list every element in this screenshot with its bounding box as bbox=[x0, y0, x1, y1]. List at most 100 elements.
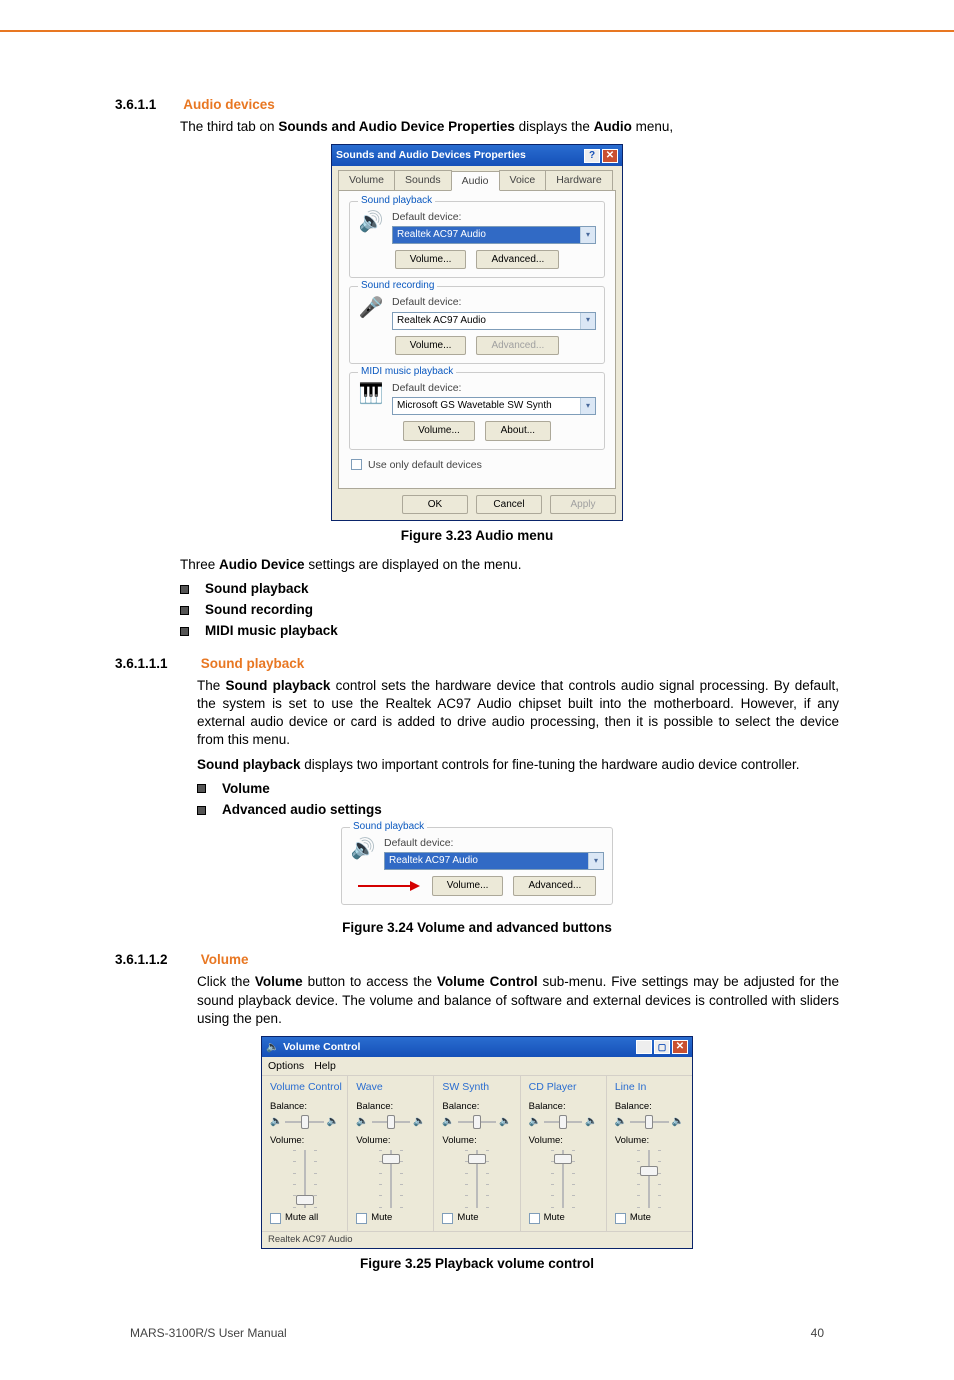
chevron-down-icon: ▾ bbox=[588, 853, 603, 869]
checkbox-icon bbox=[351, 459, 362, 470]
dialog-titlebar: Sounds and Audio Devices Properties ? ✕ bbox=[332, 145, 622, 165]
chevron-down-icon: ▾ bbox=[580, 227, 595, 243]
column-title: Wave bbox=[356, 1080, 425, 1094]
checkbox-icon bbox=[356, 1213, 367, 1224]
volume-slider[interactable] bbox=[270, 1150, 339, 1208]
default-device-label: Default device: bbox=[384, 836, 604, 850]
checkbox-icon bbox=[442, 1213, 453, 1224]
speaker-right-icon: 🔈 bbox=[585, 1115, 597, 1129]
sounds-properties-dialog: Sounds and Audio Devices Properties ? ✕ … bbox=[331, 144, 623, 521]
bullet-icon bbox=[180, 627, 189, 636]
para-intro: The third tab on Sounds and Audio Device… bbox=[180, 118, 839, 136]
playback-device-dropdown[interactable]: Realtek AC97 Audio ▾ bbox=[392, 226, 596, 244]
list-item: Advanced audio settings bbox=[197, 801, 839, 819]
section-title: Volume bbox=[201, 952, 249, 967]
footer-manual-title: MARS-3100R/S User Manual bbox=[130, 1326, 287, 1340]
balance-label: Balance: bbox=[270, 1101, 339, 1114]
balance-slider[interactable]: 🔈 🔈 bbox=[442, 1115, 511, 1129]
tab-hardware[interactable]: Hardware bbox=[545, 170, 613, 190]
bullet-list-audio-devices: Sound playback Sound recording MIDI musi… bbox=[180, 580, 839, 641]
volume-slider[interactable] bbox=[356, 1150, 425, 1208]
balance-slider[interactable]: 🔈 🔈 bbox=[270, 1115, 339, 1129]
group-title: Sound playback bbox=[358, 194, 435, 208]
para-sound-playback-desc: The Sound playback control sets the hard… bbox=[197, 677, 839, 750]
maximize-button[interactable]: ▢ bbox=[654, 1040, 670, 1054]
para-volume-desc: Click the Volume button to access the Vo… bbox=[197, 973, 839, 1028]
speaker-left-icon: 🔈 bbox=[270, 1115, 282, 1129]
advanced-button: Advanced... bbox=[476, 336, 559, 356]
figure-caption-323: Figure 3.23 Audio menu bbox=[115, 527, 839, 545]
speaker-right-icon: 🔈 bbox=[327, 1115, 339, 1129]
speaker-left-icon: 🔈 bbox=[442, 1115, 454, 1129]
playback-device-dropdown[interactable]: Realtek AC97 Audio ▾ bbox=[384, 852, 604, 870]
checkbox-icon bbox=[529, 1213, 540, 1224]
close-button[interactable]: ✕ bbox=[672, 1040, 688, 1054]
minimize-button[interactable]: _ bbox=[636, 1040, 652, 1054]
balance-slider[interactable]: 🔈 🔈 bbox=[529, 1115, 598, 1129]
balance-slider[interactable]: 🔈 🔈 bbox=[615, 1115, 684, 1129]
group-title: Sound playback bbox=[350, 820, 427, 834]
speaker-left-icon: 🔈 bbox=[356, 1115, 368, 1129]
volume-button[interactable]: Volume... bbox=[432, 876, 504, 896]
volume-slider[interactable] bbox=[442, 1150, 511, 1208]
section-number: 3.6.1.1.2 bbox=[115, 951, 197, 969]
balance-slider[interactable]: 🔈 🔈 bbox=[356, 1115, 425, 1129]
dialog-buttons: OK Cancel Apply bbox=[332, 495, 622, 521]
mute-checkbox[interactable]: Mute bbox=[529, 1212, 598, 1225]
group-title: Sound recording bbox=[358, 279, 437, 293]
mute-checkbox[interactable]: Mute bbox=[615, 1212, 684, 1225]
mute-checkbox[interactable]: Mute bbox=[356, 1212, 425, 1225]
heading-volume: 3.6.1.1.2 Volume bbox=[115, 951, 839, 969]
help-button[interactable]: ? bbox=[584, 149, 600, 163]
section-number: 3.6.1.1.1 bbox=[115, 655, 197, 673]
speaker-right-icon: 🔈 bbox=[413, 1115, 425, 1129]
window-title: Volume Control bbox=[283, 1040, 360, 1054]
volume-button[interactable]: Volume... bbox=[403, 421, 475, 441]
tab-sounds[interactable]: Sounds bbox=[394, 170, 452, 190]
checkbox-icon bbox=[615, 1213, 626, 1224]
section-title: Sound playback bbox=[201, 656, 305, 671]
balance-label: Balance: bbox=[442, 1101, 511, 1114]
menu-options[interactable]: Options bbox=[268, 1059, 304, 1073]
advanced-button[interactable]: Advanced... bbox=[513, 876, 596, 896]
volume-column: CD Player Balance: 🔈 🔈 Volume: Mute bbox=[521, 1076, 607, 1230]
ok-button[interactable]: OK bbox=[402, 495, 468, 515]
default-device-label: Default device: bbox=[392, 381, 596, 395]
group-sound-playback: Sound playback 🔊 Default device: Realtek… bbox=[349, 201, 605, 279]
figure-audio-menu: Sounds and Audio Devices Properties ? ✕ … bbox=[115, 144, 839, 521]
volume-columns: Volume Control Balance: 🔈 🔈 Volume: Mute… bbox=[262, 1076, 692, 1230]
list-item: Sound recording bbox=[180, 601, 839, 619]
para-sound-playback-controls: Sound playback displays two important co… bbox=[197, 756, 839, 774]
window-titlebar: 🔈Volume Control _ ▢ ✕ bbox=[262, 1037, 692, 1057]
volume-button[interactable]: Volume... bbox=[395, 336, 467, 356]
menu-help[interactable]: Help bbox=[314, 1059, 336, 1073]
speaker-left-icon: 🔈 bbox=[529, 1115, 541, 1129]
tab-audio[interactable]: Audio bbox=[451, 171, 500, 191]
section-title: Audio devices bbox=[183, 97, 275, 112]
microphone-icon: 🎤 bbox=[358, 295, 384, 321]
tab-volume[interactable]: Volume bbox=[338, 170, 395, 190]
mute-checkbox[interactable]: Mute all bbox=[270, 1212, 339, 1225]
checkbox-icon bbox=[270, 1213, 281, 1224]
volume-button[interactable]: Volume... bbox=[395, 250, 467, 270]
advanced-button[interactable]: Advanced... bbox=[476, 250, 559, 270]
about-button[interactable]: About... bbox=[485, 421, 551, 441]
list-item: Volume bbox=[197, 780, 839, 798]
para-three-settings: Three Audio Device settings are displaye… bbox=[180, 556, 839, 574]
figure-playback-volume: 🔈Volume Control _ ▢ ✕ Options Help Volum… bbox=[115, 1036, 839, 1249]
list-item: Sound playback bbox=[180, 580, 839, 598]
group-sound-recording: Sound recording 🎤 Default device: Realte… bbox=[349, 286, 605, 364]
use-only-default-checkbox[interactable]: Use only default devices bbox=[351, 458, 605, 472]
midi-device-dropdown[interactable]: Microsoft GS Wavetable SW Synth ▾ bbox=[392, 397, 596, 415]
close-button[interactable]: ✕ bbox=[602, 149, 618, 163]
speaker-right-icon: 🔈 bbox=[499, 1115, 511, 1129]
figure-volume-advanced: Sound playback 🔊 Default device: Realtek… bbox=[115, 827, 839, 913]
volume-slider[interactable] bbox=[529, 1150, 598, 1208]
mute-checkbox[interactable]: Mute bbox=[442, 1212, 511, 1225]
page-content: 3.6.1.1 Audio devices The third tab on S… bbox=[0, 32, 954, 1274]
volume-slider[interactable] bbox=[615, 1150, 684, 1208]
bullet-icon bbox=[180, 606, 189, 615]
recording-device-dropdown[interactable]: Realtek AC97 Audio ▾ bbox=[392, 312, 596, 330]
tab-voice[interactable]: Voice bbox=[499, 170, 547, 190]
cancel-button[interactable]: Cancel bbox=[476, 495, 542, 515]
